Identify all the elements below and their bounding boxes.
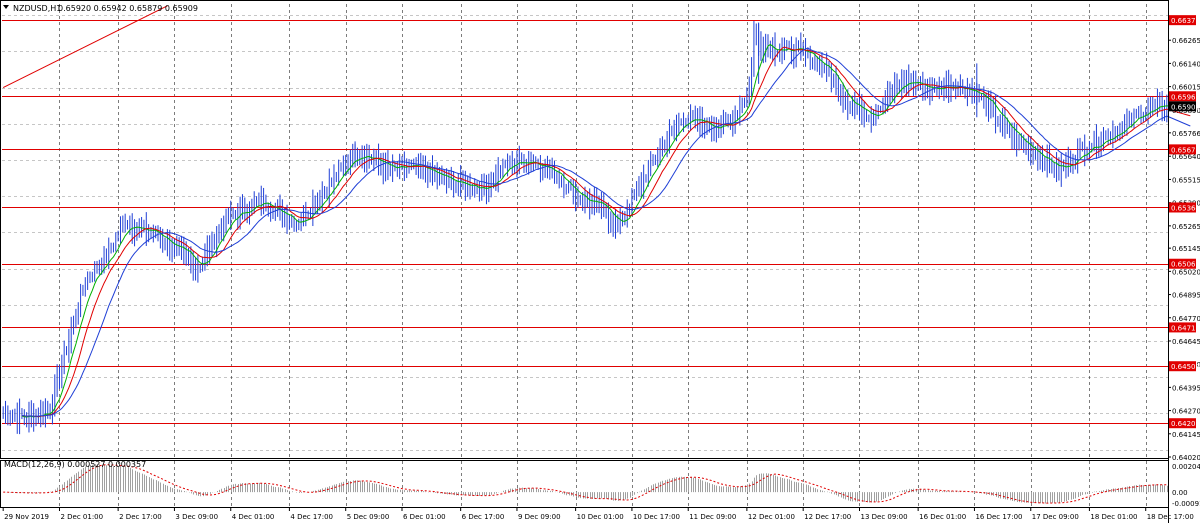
level-price-label: 0.65677	[1171, 146, 1200, 154]
macd-header: MACD(12,26,9) 0.000527 0.000357	[4, 460, 146, 469]
trading-chart[interactable]: NZDUSD,H1 0.65920 0.65942 0.65879 0.6590…	[0, 0, 1200, 523]
x-tick-label: 3 Dec 09:00	[175, 513, 218, 521]
chart-background	[0, 0, 1200, 523]
x-tick-label: 17 Dec 09:00	[1032, 513, 1079, 521]
y-tick-label: 0.65766	[1172, 130, 1200, 138]
x-tick-label: 6 Dec 17:00	[462, 513, 505, 521]
macd-y-tick-label: -0.000917	[1172, 500, 1200, 508]
y-tick-label: 0.64145	[1172, 431, 1200, 439]
symbol-label: NZDUSD,H1	[13, 4, 61, 13]
x-tick-label: 4 Dec 17:00	[290, 513, 333, 521]
x-tick-label: 11 Dec 09:00	[689, 513, 736, 521]
macd-title: MACD(12,26,9) 0.000527 0.000357	[4, 460, 146, 469]
y-tick-label: 0.65020	[1172, 268, 1200, 276]
y-tick-label: 0.65145	[1172, 245, 1200, 253]
ohlc-label: 0.65920 0.65942 0.65879 0.65909	[58, 4, 198, 13]
level-price-label: 0.64202	[1171, 420, 1200, 428]
y-tick-label: 0.64770	[1172, 315, 1200, 323]
level-price-label: 0.65061	[1171, 261, 1200, 269]
level-price-label: 0.66373	[1171, 17, 1200, 25]
x-tick-label: 12 Dec 17:00	[804, 513, 851, 521]
y-tick-label: 0.64645	[1172, 338, 1200, 346]
macd-y-tick-label: 0.00	[1172, 489, 1188, 497]
x-tick-label: 10 Dec 01:00	[577, 513, 624, 521]
current-price-label: 0.65909	[1171, 103, 1200, 111]
x-tick-label: 29 Nov 2019	[4, 513, 49, 521]
chart-header: NZDUSD,H1 0.65920 0.65942 0.65879 0.6590…	[3, 4, 198, 13]
y-tick-label: 0.65515	[1172, 176, 1200, 184]
x-tick-label: 12 Dec 01:00	[748, 513, 795, 521]
x-tick-label: 9 Dec 09:00	[518, 513, 561, 521]
x-tick-label: 2 Dec 01:00	[60, 513, 103, 521]
macd-y-tick-label: 0.002047	[1172, 463, 1200, 471]
y-tick-label: 0.66015	[1172, 84, 1200, 92]
price-axis[interactable]: 0.662650.661400.660150.658900.657660.656…	[1168, 15, 1200, 508]
y-tick-label: 0.64270	[1172, 408, 1200, 416]
level-price-label: 0.64718	[1171, 324, 1200, 332]
y-tick-label: 0.66265	[1172, 37, 1200, 45]
level-price-label: 0.64509	[1171, 363, 1200, 371]
level-price-label: 0.65963	[1171, 93, 1200, 101]
x-tick-label: 10 Dec 17:00	[633, 513, 680, 521]
y-tick-label: 0.66140	[1172, 60, 1200, 68]
y-tick-label: 0.64020	[1172, 454, 1200, 462]
chart-canvas[interactable]: NZDUSD,H1 0.65920 0.65942 0.65879 0.6590…	[0, 0, 1200, 523]
y-tick-label: 0.64895	[1172, 292, 1200, 300]
y-tick-label: 0.64395	[1172, 384, 1200, 392]
x-tick-label: 18 Dec 01:00	[1090, 513, 1137, 521]
y-tick-label: 0.65640	[1172, 153, 1200, 161]
y-tick-label: 0.65265	[1172, 223, 1200, 231]
x-tick-label: 2 Dec 17:00	[119, 513, 162, 521]
x-tick-label: 5 Dec 09:00	[347, 513, 390, 521]
level-price-label: 0.65364	[1171, 204, 1200, 212]
x-tick-label: 18 Dec 17:00	[1147, 513, 1194, 521]
x-tick-label: 6 Dec 01:00	[403, 513, 446, 521]
x-tick-label: 13 Dec 09:00	[860, 513, 907, 521]
x-tick-label: 16 Dec 01:00	[919, 513, 966, 521]
x-tick-label: 16 Dec 17:00	[975, 513, 1022, 521]
x-tick-label: 4 Dec 01:00	[232, 513, 275, 521]
